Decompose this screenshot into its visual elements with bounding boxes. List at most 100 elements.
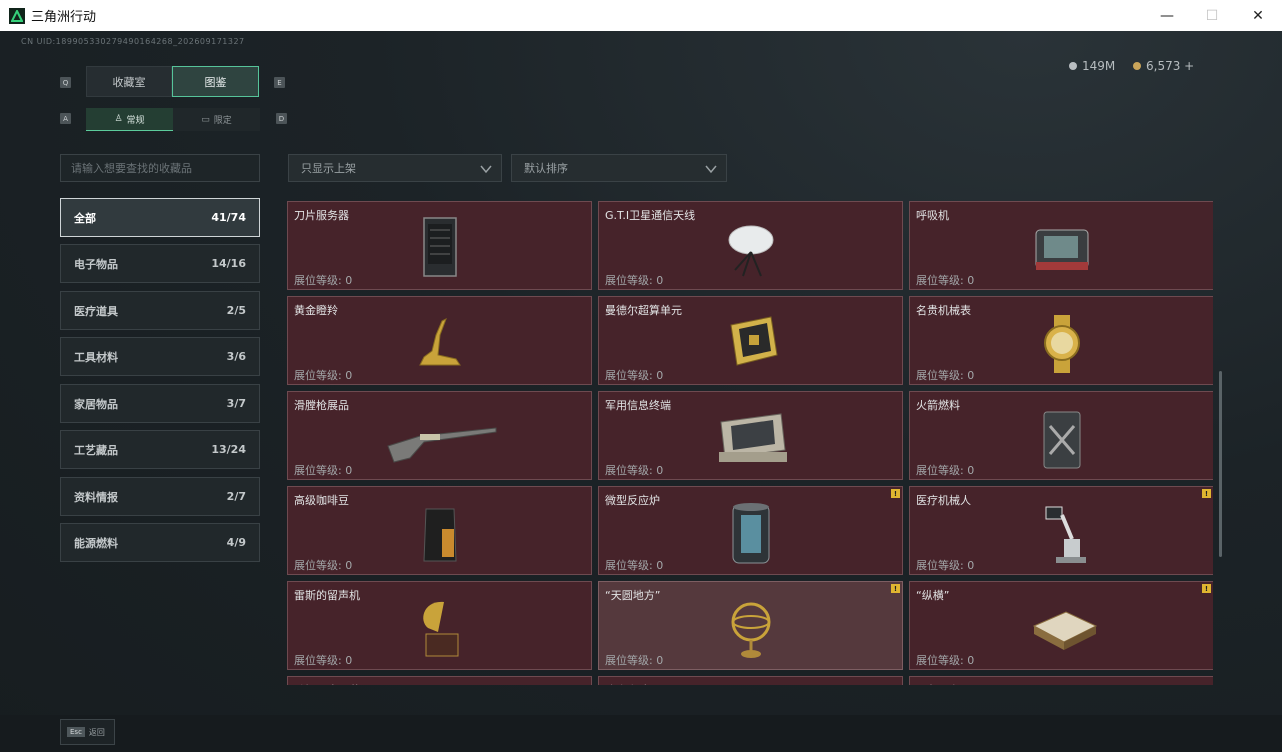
item-card[interactable]: 滑膛枪展品展位等级: 0 bbox=[287, 391, 592, 480]
gold-coin-icon bbox=[1133, 62, 1141, 70]
back-label: 返回 bbox=[88, 727, 105, 737]
item-grid: 刀片服务器 展位等级: 0 G.T.I卫星通信天线 展位等级: 0 呼吸机 展位等级: 0… bbox=[287, 201, 1213, 685]
subtab-regular[interactable]: ♙ 常规 bbox=[86, 108, 173, 131]
item-card[interactable]: 呼吸机 展位等级: 0 bbox=[909, 201, 1213, 290]
item-name: 滤合之魂 bbox=[605, 682, 649, 685]
minimize-button[interactable]: — bbox=[1144, 0, 1190, 31]
category-label: 资料情报 bbox=[74, 490, 118, 504]
category-count: 4/9 bbox=[226, 536, 246, 549]
item-name: 刀片服务器 bbox=[294, 209, 349, 222]
subtab-regular-label: 常规 bbox=[126, 115, 145, 126]
category-count: 14/16 bbox=[211, 257, 246, 270]
item-level: 展位等级: 0 bbox=[294, 464, 353, 477]
item-card[interactable]: 名贵机械表 展位等级: 0 bbox=[909, 296, 1213, 385]
category-label: 家居物品 bbox=[74, 397, 118, 411]
item-card[interactable]: 军用信息终端 展位等级: 0 bbox=[598, 391, 903, 480]
collection-screen: CN UID:18990533027949016426­8_2026091713… bbox=[0, 31, 1282, 752]
key-hint-a: A bbox=[60, 113, 71, 124]
musket-icon bbox=[386, 427, 496, 463]
item-card[interactable]: 印象派名画展位等级: 0 bbox=[909, 676, 1213, 685]
tab-collection-room[interactable]: 收藏室 bbox=[86, 66, 172, 97]
gold-amount: 6,573 + bbox=[1146, 59, 1195, 73]
sort-dropdown[interactable]: 默认排序 bbox=[511, 154, 727, 182]
circuit-board-icon bbox=[729, 316, 778, 366]
category-medical[interactable]: 医疗道具 2/5 bbox=[60, 291, 260, 330]
category-label: 医疗道具 bbox=[74, 304, 118, 318]
silver-coin-icon bbox=[1069, 62, 1077, 70]
item-card[interactable]: 刀片服务器展位等级: 0 bbox=[287, 201, 592, 290]
close-button[interactable]: ✕ bbox=[1235, 0, 1281, 31]
item-card[interactable]: “纵横” 展位等级: 0! bbox=[909, 581, 1213, 670]
app-logo-icon bbox=[9, 7, 25, 24]
category-energy[interactable]: 能源燃料 4/9 bbox=[60, 523, 260, 562]
subtab-limited-label: 限定 bbox=[213, 116, 232, 126]
item-level: 展位等级: 0 bbox=[294, 654, 353, 667]
item-card[interactable]: 微型反应炉展位等级: 0! bbox=[598, 486, 903, 575]
item-name: 医疗机械人 bbox=[916, 494, 971, 507]
item-level: 展位等级: 0 bbox=[605, 559, 664, 572]
item-name: “天圆地方” bbox=[605, 589, 661, 602]
category-all[interactable]: 全部 41/74 bbox=[60, 198, 260, 237]
new-badge-icon: ! bbox=[891, 489, 900, 498]
reactor-icon bbox=[732, 503, 769, 564]
item-card[interactable]: “钫二”鼻子花展位等级: 0 bbox=[287, 676, 592, 685]
esc-key-hint: Esc bbox=[67, 727, 85, 737]
medical-robot-icon bbox=[1045, 506, 1086, 563]
item-name: 呼吸机 bbox=[916, 209, 949, 222]
silver-currency: 149M bbox=[1069, 59, 1115, 73]
item-level: 展位等级: 0 bbox=[294, 274, 353, 287]
shelf-filter-dropdown[interactable]: 只显示上架 bbox=[288, 154, 502, 182]
item-name: 高级咖啡豆 bbox=[294, 494, 349, 507]
shelf-filter-value: 只显示上架 bbox=[301, 162, 356, 175]
item-card[interactable]: 黄金瞪羚 展位等级: 0 bbox=[287, 296, 592, 385]
item-name: 滑膛枪展品 bbox=[294, 399, 349, 412]
key-hint-d: D bbox=[276, 113, 287, 124]
item-card[interactable]: G.T.I卫星通信天线 展位等级: 0 bbox=[598, 201, 903, 290]
item-name: 军用信息终端 bbox=[605, 399, 671, 412]
ventilator-icon bbox=[1035, 229, 1088, 270]
search-input[interactable]: 请输入想要查找的收藏品 bbox=[60, 154, 260, 182]
item-level: 展位等级: 0 bbox=[605, 654, 664, 667]
category-count: 2/7 bbox=[226, 490, 246, 503]
item-level: 展位等级: 0 bbox=[916, 464, 975, 477]
chess-box-icon bbox=[1032, 611, 1097, 650]
gramophone-icon bbox=[422, 601, 458, 657]
item-card[interactable]: 高级咖啡豆 展位等级: 0 bbox=[287, 486, 592, 575]
item-level: 展位等级: 0 bbox=[916, 654, 975, 667]
item-card[interactable]: “天圆地方” 展位等级: 0! bbox=[598, 581, 903, 670]
tab-catalog[interactable]: 图鉴 bbox=[172, 66, 259, 97]
maximize-button[interactable]: ☐ bbox=[1189, 0, 1235, 31]
item-name: “钫二”鼻子花 bbox=[294, 682, 360, 685]
category-tools[interactable]: 工具材料 3/6 bbox=[60, 337, 260, 376]
category-intel[interactable]: 资料情报 2/7 bbox=[60, 477, 260, 516]
item-name: 火箭燃料 bbox=[916, 399, 960, 412]
item-name: 微型反应炉 bbox=[605, 494, 660, 507]
item-level: 展位等级: 0 bbox=[605, 464, 664, 477]
item-card[interactable]: 滤合之魂展位等级: 0 bbox=[598, 676, 903, 685]
category-household[interactable]: 家居物品 3/7 bbox=[60, 384, 260, 423]
gold-watch-icon bbox=[1043, 315, 1080, 373]
item-card[interactable]: 雷斯的留声机 展位等级: 0 bbox=[287, 581, 592, 670]
user-uid: CN UID:18990533027949016426­8_2026091713… bbox=[21, 37, 245, 46]
item-level: 展位等级: 0 bbox=[916, 369, 975, 382]
rugged-terminal-icon bbox=[718, 413, 787, 462]
item-name: 黄金瞪羚 bbox=[294, 304, 338, 317]
item-card[interactable]: 医疗机械人 展位等级: 0! bbox=[909, 486, 1213, 575]
limited-icon: ▭ bbox=[201, 114, 210, 125]
back-button[interactable]: Esc 返回 bbox=[60, 719, 115, 745]
gold-currency[interactable]: 6,573 + bbox=[1133, 59, 1194, 73]
item-name: 印象派名画 bbox=[916, 682, 971, 685]
item-card[interactable]: 曼德尔超算单元 展位等级: 0 bbox=[598, 296, 903, 385]
subtab-limited[interactable]: ▭ 限定 bbox=[173, 108, 260, 131]
category-crafts[interactable]: 工艺藏品 13/24 bbox=[60, 430, 260, 469]
grid-scrollbar[interactable] bbox=[1219, 371, 1222, 557]
item-name: “纵横” bbox=[916, 589, 950, 602]
trophy-icon: ♙ bbox=[114, 114, 123, 124]
window-title: 三角洲行动 bbox=[31, 10, 97, 25]
key-hint-e: E bbox=[274, 77, 285, 88]
item-level: 展位等级: 0 bbox=[916, 559, 975, 572]
category-count: 2/5 bbox=[226, 304, 246, 317]
category-electronics[interactable]: 电子物品 14/16 bbox=[60, 244, 260, 283]
item-card[interactable]: 火箭燃料展位等级: 0 bbox=[909, 391, 1213, 480]
new-badge-icon: ! bbox=[1202, 584, 1211, 593]
